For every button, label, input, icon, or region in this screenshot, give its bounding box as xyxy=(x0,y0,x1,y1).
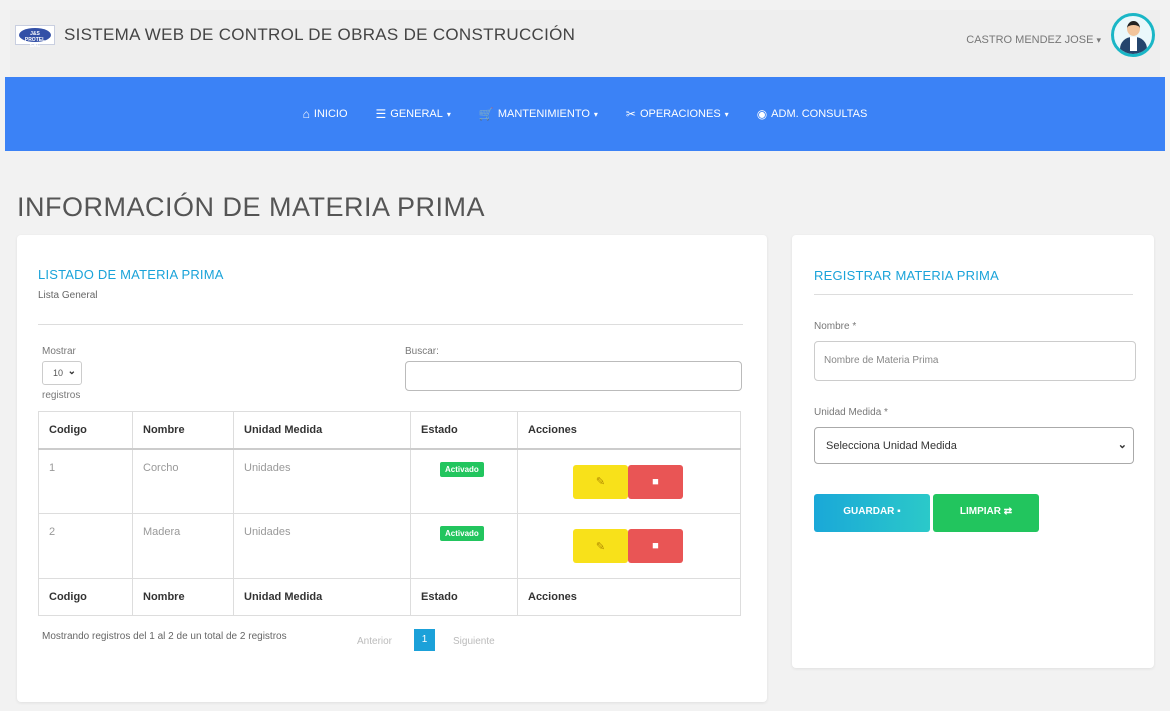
nav-item-operaciones[interactable]: ✂ OPERACIONES ▾ xyxy=(626,107,729,121)
delete-button[interactable]: ■ xyxy=(628,529,683,563)
column-header-unidad[interactable]: Unidad Medida xyxy=(233,411,411,450)
caret-down-icon: ▾ xyxy=(593,109,598,119)
user-menu[interactable]: CASTRO MENDEZ JOSE ▾ xyxy=(966,34,1101,46)
page-size-select[interactable]: 10 ⌄ xyxy=(42,361,82,385)
nav-item-label: ADM. CONSULTAS xyxy=(771,108,868,120)
nav-item-label: OPERACIONES xyxy=(639,108,721,120)
nav-item-general[interactable]: ☰ GENERAL ▾ xyxy=(376,107,451,121)
cell-unidad: Unidades xyxy=(233,448,411,514)
pagination-prev[interactable]: Anterior xyxy=(357,636,392,647)
column-header-acciones[interactable]: Acciones xyxy=(517,411,741,450)
app-title: SISTEMA WEB DE CONTROL DE OBRAS DE CONST… xyxy=(64,25,576,44)
page-size-value: 10 xyxy=(53,368,64,378)
table-row: 1 Corcho Unidades Activado ✎ ■ xyxy=(38,448,741,514)
clear-button[interactable]: LIMPIAR ⇄ xyxy=(933,494,1039,532)
avatar-shirt xyxy=(1130,37,1137,51)
divider xyxy=(814,294,1133,295)
listing-card: LISTADO DE MATERIA PRIMA Lista General M… xyxy=(17,235,767,702)
column-header-nombre[interactable]: Nombre xyxy=(132,411,234,450)
top-bar: J&S PROTEL SAC SISTEMA WEB DE CONTROL DE… xyxy=(10,10,1160,77)
table-info: Mostrando registros del 1 al 2 de un tot… xyxy=(42,631,287,642)
unit-select-value: Selecciona Unidad Medida xyxy=(826,440,957,452)
caret-down-icon: ▾ xyxy=(446,109,451,119)
save-button[interactable]: GUARDAR ▪ xyxy=(814,494,930,532)
eye-icon: ◉ xyxy=(756,107,768,121)
chevron-down-icon: ⌄ xyxy=(1117,439,1127,451)
column-footer-acciones: Acciones xyxy=(517,578,741,616)
cell-acciones: ✎ ■ xyxy=(517,448,741,514)
nav-item-inicio[interactable]: ⌂ INICIO xyxy=(303,107,348,121)
table-footer-row: Codigo Nombre Unidad Medida Estado Accio… xyxy=(38,578,741,616)
avatar[interactable] xyxy=(1111,13,1155,57)
cell-nombre: Madera xyxy=(132,513,234,579)
cell-unidad: Unidades xyxy=(233,513,411,579)
cell-estado: Activado xyxy=(410,448,518,514)
table-row: 2 Madera Unidades Activado ✎ ■ xyxy=(38,513,741,579)
name-input[interactable]: Nombre de Materia Prima xyxy=(814,341,1136,381)
pagination-page[interactable]: 1 xyxy=(414,629,435,651)
save-button-label: GUARDAR xyxy=(843,506,895,517)
nav-item-label: GENERAL xyxy=(390,108,443,120)
nav-item-mantenimiento[interactable]: 🛒 MANTENIMIENTO ▾ xyxy=(479,107,598,121)
caret-down-icon: ▾ xyxy=(1096,35,1101,45)
search-input[interactable] xyxy=(405,361,742,391)
refresh-icon: ⇄ xyxy=(1003,506,1013,517)
floppy-icon: ▪ xyxy=(897,506,901,517)
cell-codigo: 1 xyxy=(38,448,133,514)
tools-icon: ✂ xyxy=(625,107,636,121)
search-label: Buscar: xyxy=(405,346,439,357)
register-title: REGISTRAR MATERIA PRIMA xyxy=(814,268,999,283)
name-label: Nombre * xyxy=(814,321,857,332)
column-header-estado[interactable]: Estado xyxy=(410,411,518,450)
cart-icon: 🛒 xyxy=(478,107,494,121)
edit-icon: ✎ xyxy=(595,540,606,553)
nav-item-label: INICIO xyxy=(313,108,348,120)
records-label: registros xyxy=(42,390,81,401)
cell-nombre: Corcho xyxy=(132,448,234,514)
listing-subtitle: Lista General xyxy=(38,290,98,301)
column-footer-unidad: Unidad Medida xyxy=(233,578,411,616)
edit-button[interactable]: ✎ xyxy=(573,464,628,499)
edit-button[interactable]: ✎ xyxy=(573,529,628,563)
edit-icon: ✎ xyxy=(595,476,606,488)
cell-estado: Activado xyxy=(410,513,518,579)
list-add-icon: ☰ xyxy=(375,107,387,121)
avatar-head xyxy=(1127,21,1140,36)
company-logo[interactable]: J&S PROTEL SAC xyxy=(15,25,55,49)
logo-text: J&S PROTEL SAC xyxy=(24,31,46,49)
chevron-down-icon: ⌄ xyxy=(67,366,76,377)
show-label: Mostrar xyxy=(42,346,76,357)
cell-acciones: ✎ ■ xyxy=(517,513,741,579)
trash-icon: ■ xyxy=(652,540,659,552)
divider xyxy=(38,324,743,325)
unit-label: Unidad Medida * xyxy=(814,407,888,418)
nav-item-consultas[interactable]: ◉ ADM. CONSULTAS xyxy=(757,107,868,121)
column-header-codigo[interactable]: Codigo xyxy=(38,411,133,450)
main-nav: ⌂ INICIO ☰ GENERAL ▾ 🛒 MANTENIMIENTO ▾ ✂… xyxy=(5,77,1165,151)
column-footer-codigo: Codigo xyxy=(38,578,133,616)
clear-button-label: LIMPIAR xyxy=(959,506,1001,517)
cell-codigo: 2 xyxy=(38,513,133,579)
listing-title: LISTADO DE MATERIA PRIMA xyxy=(38,267,224,282)
column-footer-estado: Estado xyxy=(410,578,518,616)
home-icon: ⌂ xyxy=(302,107,310,121)
page-title: INFORMACIÓN DE MATERIA PRIMA xyxy=(17,192,486,222)
nav-item-label: MANTENIMIENTO xyxy=(497,108,590,120)
materials-table: Codigo Nombre Unidad Medida Estado Accio… xyxy=(38,411,741,616)
status-badge: Activado xyxy=(440,526,484,541)
caret-down-icon: ▾ xyxy=(724,109,729,119)
column-footer-nombre: Nombre xyxy=(132,578,234,616)
table-header-row: Codigo Nombre Unidad Medida Estado Accio… xyxy=(38,411,741,450)
trash-icon: ■ xyxy=(652,475,659,488)
user-name: CASTRO MENDEZ JOSE xyxy=(966,34,1094,46)
status-badge: Activado xyxy=(440,461,484,477)
unit-select[interactable]: Selecciona Unidad Medida ⌄ xyxy=(814,427,1134,464)
pagination-next[interactable]: Siguiente xyxy=(453,636,495,647)
register-card: REGISTRAR MATERIA PRIMA Nombre * Nombre … xyxy=(792,235,1154,668)
delete-button[interactable]: ■ xyxy=(628,464,683,499)
